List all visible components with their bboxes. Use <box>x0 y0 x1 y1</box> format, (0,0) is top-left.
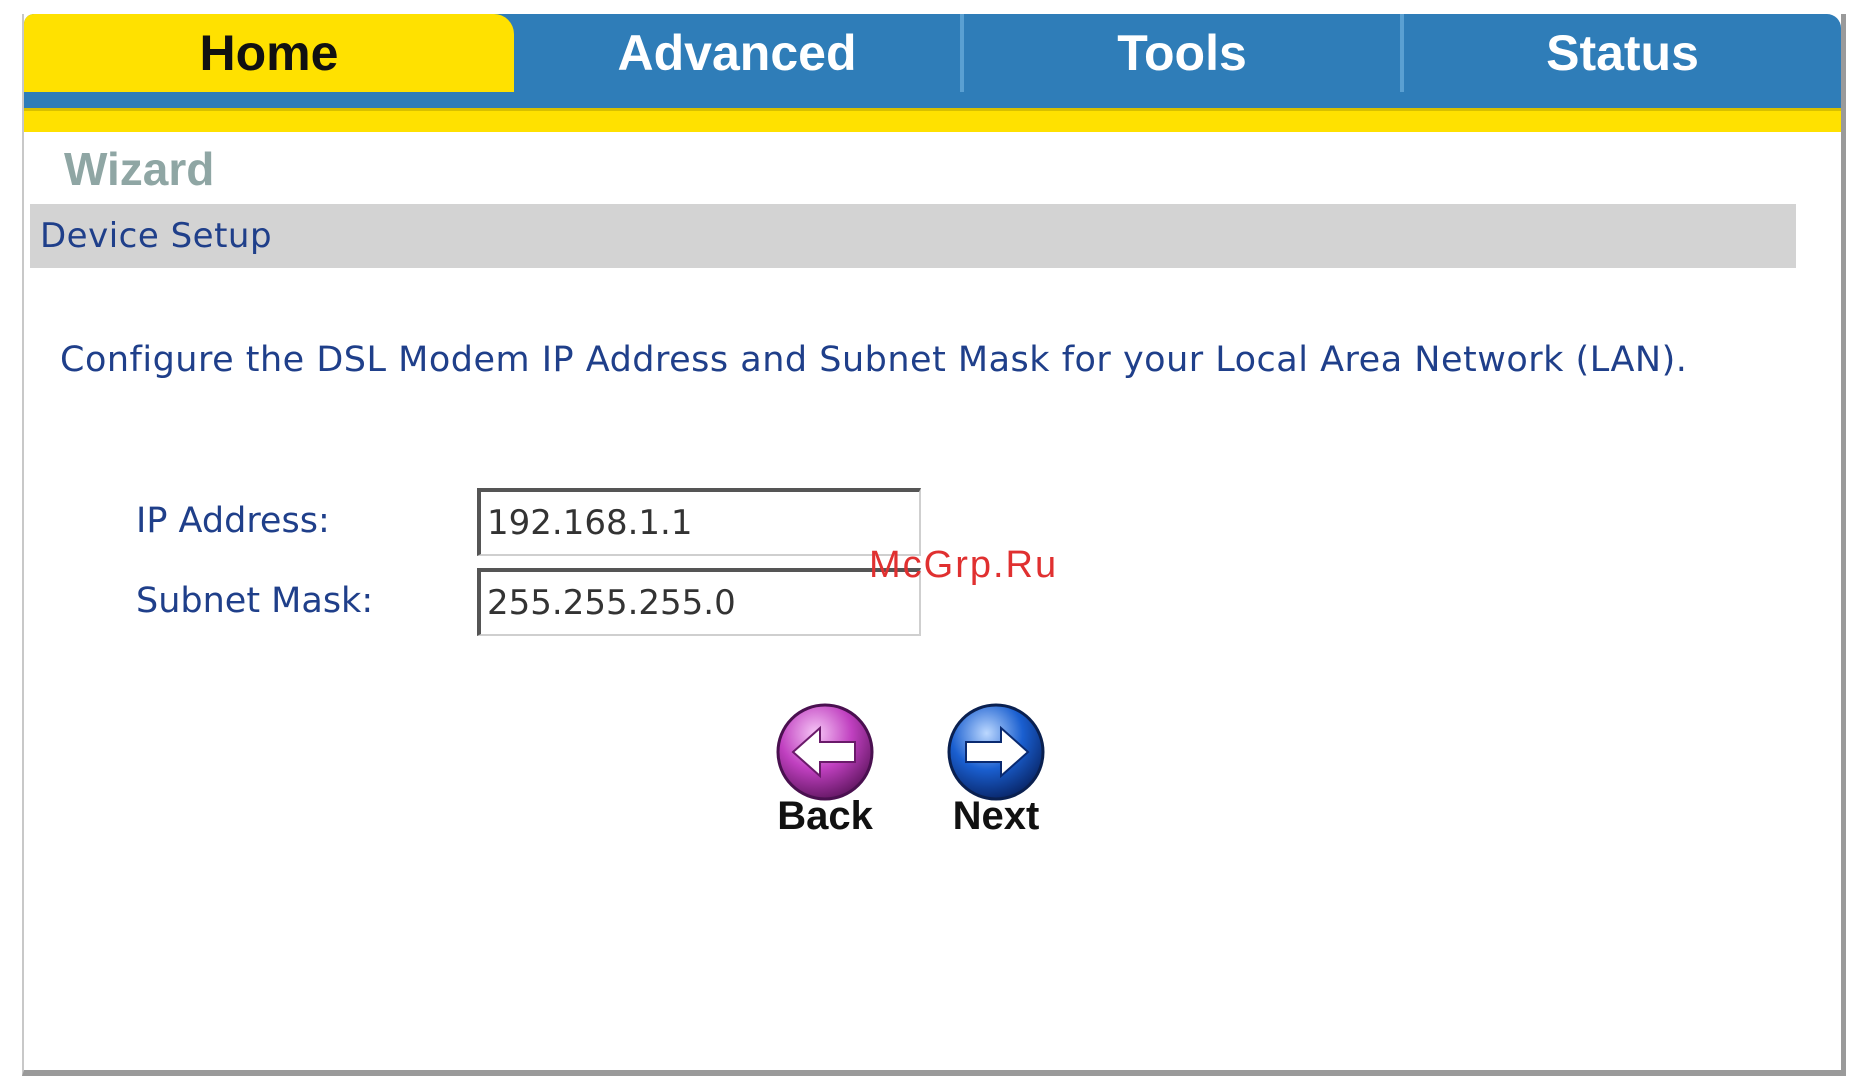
tab-home[interactable]: Home <box>24 14 514 92</box>
router-config-window: Home Advanced Tools Status Wizard Device… <box>22 14 1846 1076</box>
tab-status[interactable]: Status <box>1404 14 1841 92</box>
next-button-label: Next <box>952 794 1040 838</box>
arrow-right-icon <box>947 703 1045 801</box>
tab-underline-bar <box>24 108 1841 132</box>
ip-address-label: IP Address: <box>136 501 330 541</box>
subnet-mask-input[interactable] <box>477 568 921 636</box>
tab-tools[interactable]: Tools <box>964 14 1404 92</box>
ip-address-input[interactable] <box>477 488 921 556</box>
subnet-mask-label: Subnet Mask: <box>136 581 374 621</box>
page-title: Wizard <box>64 143 215 195</box>
back-button-label: Back <box>777 794 873 838</box>
section-header-bar: Device Setup <box>30 204 1796 268</box>
arrow-left-icon <box>776 703 874 801</box>
instruction-text: Configure the DSL Modem IP Address and S… <box>60 340 1688 380</box>
main-tab-bar: Home Advanced Tools Status <box>24 14 1841 119</box>
tab-advanced[interactable]: Advanced <box>514 14 964 92</box>
back-button[interactable]: Back <box>765 702 885 852</box>
watermark: McGrp.Ru <box>869 544 1059 586</box>
next-button[interactable]: Next <box>936 702 1056 852</box>
section-title: Device Setup <box>40 216 273 256</box>
